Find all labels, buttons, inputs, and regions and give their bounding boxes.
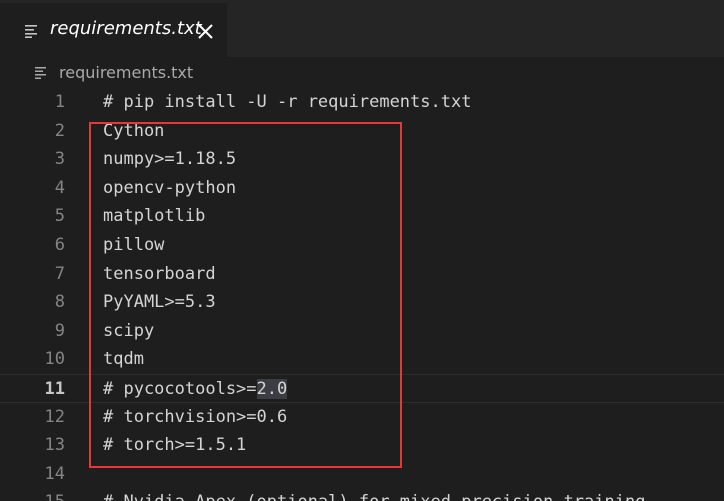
code-line[interactable]: 8 PyYAML>=5.3	[0, 288, 724, 317]
line-text[interactable]: pillow	[103, 231, 164, 260]
tab-bar: requirements.txt	[0, 0, 724, 57]
line-number: 3	[54, 149, 65, 170]
line-number: 2	[54, 120, 65, 141]
close-icon[interactable]	[197, 23, 214, 40]
code-line[interactable]: 12 # torchvision>=0.6	[0, 403, 724, 432]
line-number: 6	[54, 235, 65, 255]
code-line[interactable]: 2 Cython	[0, 117, 724, 146]
line-text[interactable]: # Nvidia Apex (optional) for mixed preci…	[103, 488, 645, 501]
line-text-before-selection: # pycocotools>=	[103, 379, 257, 399]
line-number: 4	[54, 177, 65, 198]
code-line[interactable]: 7 tensorboard	[0, 260, 724, 289]
line-number: 12	[44, 406, 65, 427]
line-number: 9	[54, 320, 65, 341]
line-number: 5	[54, 206, 65, 227]
code-editor[interactable]: 1 # pip install -U -r requirements.txt 2…	[0, 87, 724, 501]
breadcrumb: requirements.txt	[0, 57, 724, 87]
code-line[interactable]: 5 matplotlib	[0, 202, 724, 231]
line-number: 8	[54, 292, 65, 313]
breadcrumb-file-label[interactable]: requirements.txt	[59, 63, 193, 82]
code-line[interactable]: 15 # Nvidia Apex (optional) for mixed pr…	[0, 488, 724, 501]
line-text[interactable]: tensorboard	[103, 260, 216, 289]
editor-window: requirements.txt requirements.txt 1 # pi…	[0, 0, 724, 501]
code-line[interactable]: 6 pillow	[0, 231, 724, 260]
code-line[interactable]: 1 # pip install -U -r requirements.txt	[0, 88, 724, 117]
line-number: 15	[0, 488, 65, 501]
code-line[interactable]: 4 opencv-python	[0, 174, 724, 203]
lines-file-icon	[25, 25, 37, 38]
tab-title: requirements.txt	[50, 18, 202, 39]
code-line[interactable]: 3 numpy>=1.18.5	[0, 145, 724, 174]
tab-requirements[interactable]: requirements.txt	[0, 3, 227, 57]
line-number: 7	[54, 263, 65, 284]
line-text[interactable]: tqdm	[103, 345, 144, 374]
selected-text[interactable]: 2.0	[256, 379, 288, 399]
line-text[interactable]: # torch>=1.5.1	[103, 431, 246, 460]
line-text[interactable]: # pip install -U -r requirements.txt	[103, 88, 471, 117]
code-line-current[interactable]: 11 # pycocotools>=2.0	[0, 374, 724, 403]
line-text[interactable]: # pycocotools>=2.0	[103, 375, 288, 404]
line-number: 10	[44, 349, 65, 370]
line-text[interactable]: numpy>=1.18.5	[103, 145, 236, 174]
line-text[interactable]: Cython	[103, 117, 164, 146]
code-line[interactable]: 10 tqdm	[0, 345, 724, 374]
line-number: 11	[44, 379, 65, 399]
lines-file-icon	[35, 67, 46, 79]
line-text[interactable]: opencv-python	[103, 174, 236, 203]
line-text[interactable]: scipy	[103, 317, 154, 346]
line-number: 14	[44, 463, 65, 484]
code-line[interactable]: 13 # torch>=1.5.1	[0, 431, 724, 460]
line-number: 13	[44, 435, 65, 456]
line-text[interactable]: matplotlib	[103, 202, 205, 231]
line-text[interactable]: PyYAML>=5.3	[103, 288, 216, 317]
code-line[interactable]: 14	[0, 460, 724, 489]
code-line[interactable]: 9 scipy	[0, 317, 724, 346]
line-number: 1	[54, 92, 65, 112]
line-text[interactable]: # torchvision>=0.6	[103, 403, 287, 432]
